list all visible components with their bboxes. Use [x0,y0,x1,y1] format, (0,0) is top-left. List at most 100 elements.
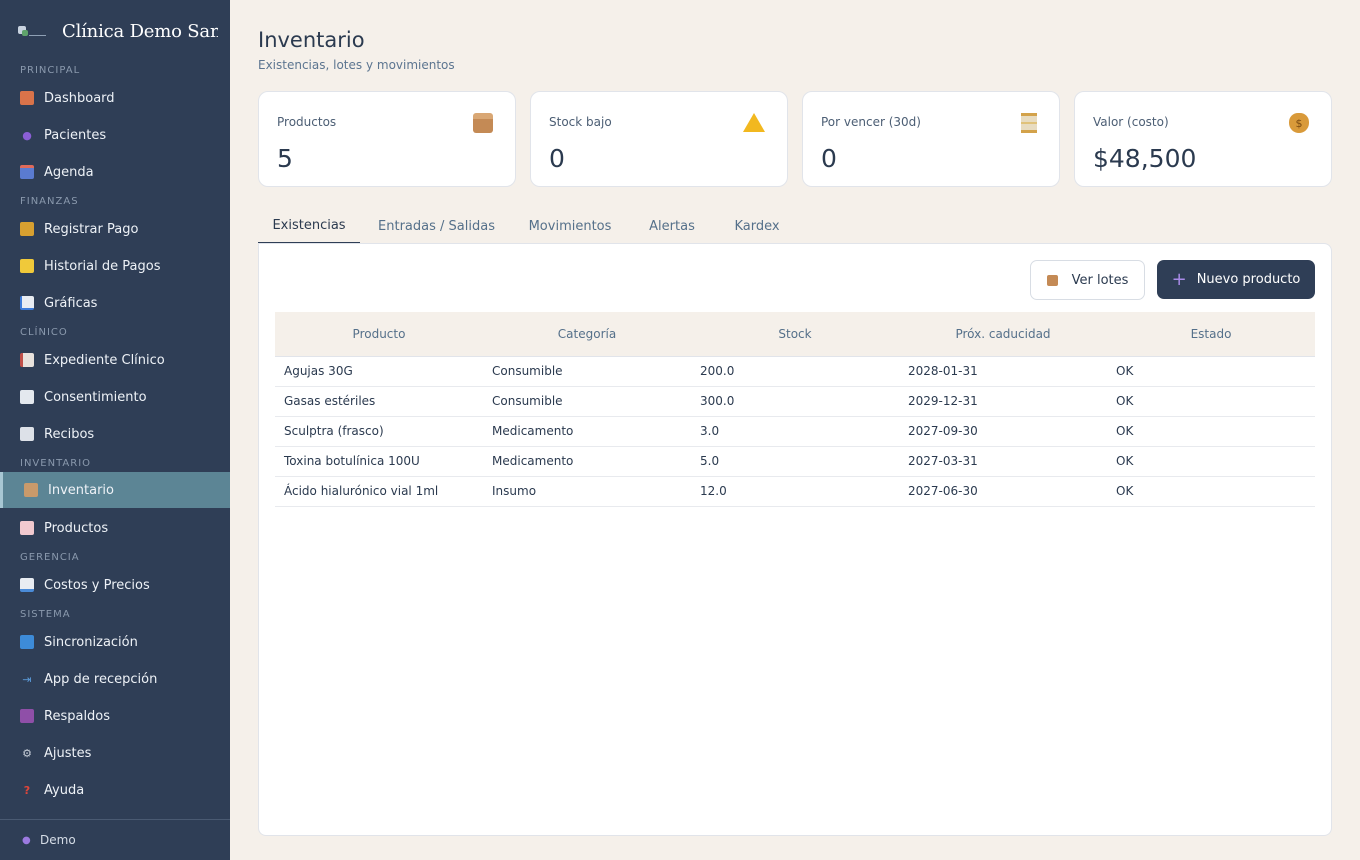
cell-producto: Ácido hialurónico vial 1ml [275,476,483,507]
table-row[interactable]: Ácido hialurónico vial 1ml Insumo 12.0 2… [275,476,1315,507]
stat-value: 5 [277,144,293,173]
section-finanzas: FINANZAS [20,196,79,207]
sidebar-item-inventario[interactable]: Inventario [0,472,230,508]
sidebar-item-label: Sincronización [44,634,138,650]
box-icon [1046,274,1058,286]
cell-categoria: Insumo [483,476,691,507]
column-header-stock[interactable]: Stock [691,312,899,357]
column-header-producto[interactable]: Producto [275,312,483,357]
ver-lotes-label: Ver lotes [1071,272,1129,288]
table-row[interactable]: Toxina botulínica 100U Medicamento 5.0 2… [275,446,1315,477]
document-icon [20,390,34,404]
sidebar-item-recibos[interactable]: Recibos [0,416,230,452]
sidebar-item-label: Consentimiento [44,389,147,405]
stat-label: Por vencer (30d) [821,115,921,129]
user-icon: ● [22,835,31,846]
brand[interactable]: Clínica Demo Santo [18,18,218,44]
cell-stock: 200.0 [691,356,899,387]
sidebar-item-label: Productos [44,520,109,536]
sidebar-item-label: Recibos [44,426,95,442]
cell-estado: OK [1107,446,1315,477]
page-title: Inventario [258,28,365,52]
sidebar-item-costos-precios[interactable]: Costos y Precios [0,567,230,603]
tab-entradas-salidas[interactable]: Entradas / Salidas [370,208,503,244]
tab-kardex[interactable]: Kardex [722,208,792,244]
sidebar-item-label: Pacientes [44,127,107,143]
column-header-caducidad[interactable]: Próx. caducidad [899,312,1107,357]
page-subtitle: Existencias, lotes y movimientos [258,58,455,72]
house-icon [20,91,34,105]
column-header-categoria[interactable]: Categoría [483,312,691,357]
user-menu[interactable]: ● Demo [22,833,76,847]
sidebar-item-productos[interactable]: Productos [0,510,230,546]
sidebar-item-label: Costos y Precios [44,577,150,593]
section-gerencia: GERENCIA [20,552,80,563]
cell-categoria: Medicamento [483,446,691,477]
nuevo-producto-label: Nuevo producto [1196,272,1301,287]
table-row[interactable]: Gasas estériles Consumible 300.0 2029-12… [275,386,1315,417]
calendar-icon [20,165,34,179]
cell-estado: OK [1107,386,1315,417]
floppy-icon [20,709,34,723]
table-row[interactable]: Sculptra (frasco) Medicamento 3.0 2027-0… [275,416,1315,447]
ver-lotes-button[interactable]: Ver lotes [1030,260,1145,300]
table-header-row: Producto Categoría Stock Próx. caducidad… [275,312,1315,357]
brand-name: Clínica Demo Santo [62,20,218,42]
sidebar-item-agenda[interactable]: Agenda [0,154,230,190]
stat-value: $48,500 [1093,144,1197,173]
section-clinico: CLÍNICO [20,327,68,338]
cell-estado: OK [1107,356,1315,387]
section-principal: PRINCIPAL [20,65,81,76]
clipboard-icon [20,353,34,367]
question-icon: ? [23,783,31,797]
sidebar-item-label: Historial de Pagos [44,258,161,274]
sidebar-item-label: Inventario [48,482,114,498]
sidebar-item-label: Expediente Clínico [44,352,165,368]
sidebar-item-graficas[interactable]: Gráficas [0,285,230,321]
stat-card-por-vencer: Por vencer (30d) 0 [802,91,1060,187]
sidebar-item-ajustes[interactable]: ⚙ Ajustes [0,735,230,771]
cell-stock: 3.0 [691,416,899,447]
column-header-estado[interactable]: Estado [1107,312,1315,357]
sidebar-item-app-recepcion[interactable]: ⇥ App de recepción [0,661,230,697]
inventory-table: Producto Categoría Stock Próx. caducidad… [275,312,1315,507]
user-name: Demo [40,833,76,847]
nuevo-producto-button[interactable]: + Nuevo producto [1157,260,1315,299]
sidebar-item-label: Agenda [44,164,94,180]
section-inventario: INVENTARIO [20,458,92,469]
sidebar-item-label: Dashboard [44,90,115,106]
sidebar-item-ayuda[interactable]: ? Ayuda [0,772,230,808]
section-sistema: SISTEMA [20,609,71,620]
sidebar-item-label: Ajustes [44,745,92,761]
sidebar-divider [0,819,230,820]
sync-icon [20,635,34,649]
box-icon [24,483,38,497]
tab-existencias[interactable]: Existencias [258,208,360,244]
receipt-icon [20,427,34,441]
clinic-logo-icon [18,24,48,38]
sidebar-item-expediente[interactable]: Expediente Clínico [0,342,230,378]
cell-categoria: Medicamento [483,416,691,447]
tab-alertas[interactable]: Alertas [638,208,706,244]
door-icon: ⇥ [22,672,32,686]
money-bag-icon [20,222,34,236]
sidebar-item-respaldos[interactable]: Respaldos [0,698,230,734]
plus-icon: + [1171,268,1187,290]
cell-caducidad: 2028-01-31 [899,356,1107,387]
sidebar-item-dashboard[interactable]: Dashboard [0,80,230,116]
cell-estado: OK [1107,476,1315,507]
sidebar-item-sincronizacion[interactable]: Sincronización [0,624,230,660]
sidebar-item-label: App de recepción [44,671,158,687]
sidebar-item-pacientes[interactable]: ● Pacientes [0,117,230,153]
tab-movimientos[interactable]: Movimientos [520,208,620,244]
sidebar-item-registrar-pago[interactable]: Registrar Pago [0,211,230,247]
table-row[interactable]: Agujas 30G Consumible 200.0 2028-01-31 O… [275,356,1315,387]
cell-caducidad: 2029-12-31 [899,386,1107,417]
sidebar-item-consentimiento[interactable]: Consentimiento [0,379,230,415]
cell-producto: Toxina botulínica 100U [275,446,483,477]
cell-stock: 5.0 [691,446,899,477]
bottle-icon [20,521,34,535]
inventory-panel: Ver lotes + Nuevo producto Producto Cate… [258,243,1332,836]
sidebar-item-historial-pagos[interactable]: Historial de Pagos [0,248,230,284]
cell-caducidad: 2027-09-30 [899,416,1107,447]
